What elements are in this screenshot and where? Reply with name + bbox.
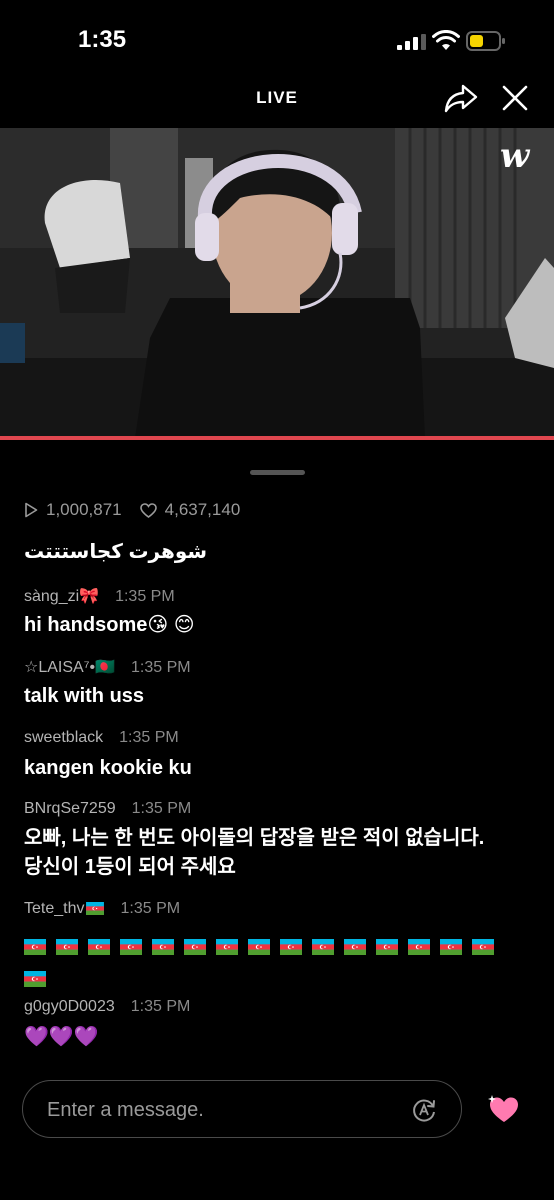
- live-video[interactable]: w: [0, 128, 554, 438]
- signal-icon: [397, 34, 426, 50]
- azerbaijan-flag-icon: [344, 935, 366, 955]
- like-count: 4,637,140: [164, 500, 241, 519]
- azerbaijan-flag-icon: [86, 902, 105, 916]
- chat-message-text: شوهرت كجاستتتت: [24, 541, 208, 563]
- chat-username[interactable]: g0gy0D0023: [24, 998, 115, 1015]
- chat-time: 1:35 PM: [119, 729, 179, 746]
- chat-message-meta: sweetblack 1:35 PM: [24, 729, 179, 747]
- azerbaijan-flag-icon: [56, 935, 78, 955]
- chat-username[interactable]: ☆LAISA⁷•🇧🇩: [24, 659, 115, 676]
- share-icon[interactable]: [443, 82, 479, 114]
- chat-username[interactable]: sweetblack: [24, 729, 103, 746]
- chat-message-text: kangen kookie ku: [24, 757, 192, 779]
- chat-list[interactable]: شوهرت كجاستتتت sàng_zi🎀 1:35 PM hi handso…: [0, 535, 554, 1065]
- chat-message-meta: g0gy0D0023 1:35 PM: [24, 998, 190, 1016]
- chat-username[interactable]: BNrqSe7259: [24, 800, 116, 817]
- azerbaijan-flag-icon: [312, 935, 334, 955]
- chat-time: 1:35 PM: [115, 588, 175, 605]
- translate-icon[interactable]: [411, 1097, 437, 1123]
- chat-time: 1:35 PM: [120, 900, 181, 917]
- video-frame: [0, 128, 554, 438]
- azerbaijan-flag-icon: [440, 935, 462, 955]
- azerbaijan-flag-icon: [376, 935, 398, 955]
- chat-message-meta: BNrqSe7259 1:35 PM: [24, 800, 191, 818]
- battery-icon: [466, 31, 505, 51]
- chat-username[interactable]: Tete_thv: [24, 900, 84, 917]
- azerbaijan-flag-icon: [152, 935, 174, 955]
- azerbaijan-flag-icon: [248, 935, 270, 955]
- chat-time: 1:35 PM: [131, 659, 191, 676]
- azerbaijan-flag-icon: [216, 935, 238, 955]
- azerbaijan-flag-icon: [408, 935, 430, 955]
- chat-message-meta: ☆LAISA⁷•🇧🇩 1:35 PM: [24, 657, 191, 677]
- chat-message-text: 당신이 1등이 되어 주세요: [24, 856, 236, 878]
- azerbaijan-flag-icon: [472, 935, 494, 955]
- heart-outline-icon: [139, 502, 157, 518]
- live-progress-bar: [0, 436, 554, 440]
- play-icon: [25, 502, 38, 518]
- azerbaijan-flag-icon: [24, 967, 46, 987]
- live-header: LIVE: [0, 76, 554, 120]
- close-icon[interactable]: [500, 82, 530, 114]
- chat-time: 1:35 PM: [131, 800, 192, 817]
- azerbaijan-flag-icon: [280, 935, 302, 955]
- chat-message-meta: sàng_zi🎀 1:35 PM: [24, 586, 175, 606]
- chat-message-flags: [24, 927, 524, 991]
- chat-message-text: talk with uss: [24, 685, 145, 707]
- drag-handle[interactable]: [250, 470, 305, 475]
- send-heart-icon[interactable]: [486, 1093, 520, 1125]
- chat-message-text: 오빠, 나는 한 번도 아이돌의 답장을 받은 적이 없습니다.: [24, 827, 485, 849]
- chat-time: 1:35 PM: [130, 998, 191, 1015]
- azerbaijan-flag-icon: [88, 935, 110, 955]
- wifi-icon: [432, 30, 460, 50]
- chat-message-text: hi handsome😘 😊: [24, 614, 195, 636]
- weverse-logo: w: [500, 136, 530, 176]
- chat-username[interactable]: sàng_zi🎀: [24, 588, 99, 605]
- message-input-container: [22, 1080, 462, 1139]
- status-time: 1:35: [78, 26, 127, 53]
- message-input[interactable]: [45, 1081, 389, 1139]
- azerbaijan-flag-icon: [24, 935, 46, 955]
- azerbaijan-flag-icon: [120, 935, 142, 955]
- live-stats: 1,000,871 4,637,140: [24, 500, 240, 520]
- azerbaijan-flag-icon: [184, 935, 206, 955]
- status-bar: 1:35: [0, 0, 554, 80]
- view-count: 1,000,871: [46, 500, 122, 519]
- chat-message-meta: Tete_thv 1:35 PM: [24, 900, 180, 918]
- chat-message-text: 💜💜💜: [24, 1026, 99, 1048]
